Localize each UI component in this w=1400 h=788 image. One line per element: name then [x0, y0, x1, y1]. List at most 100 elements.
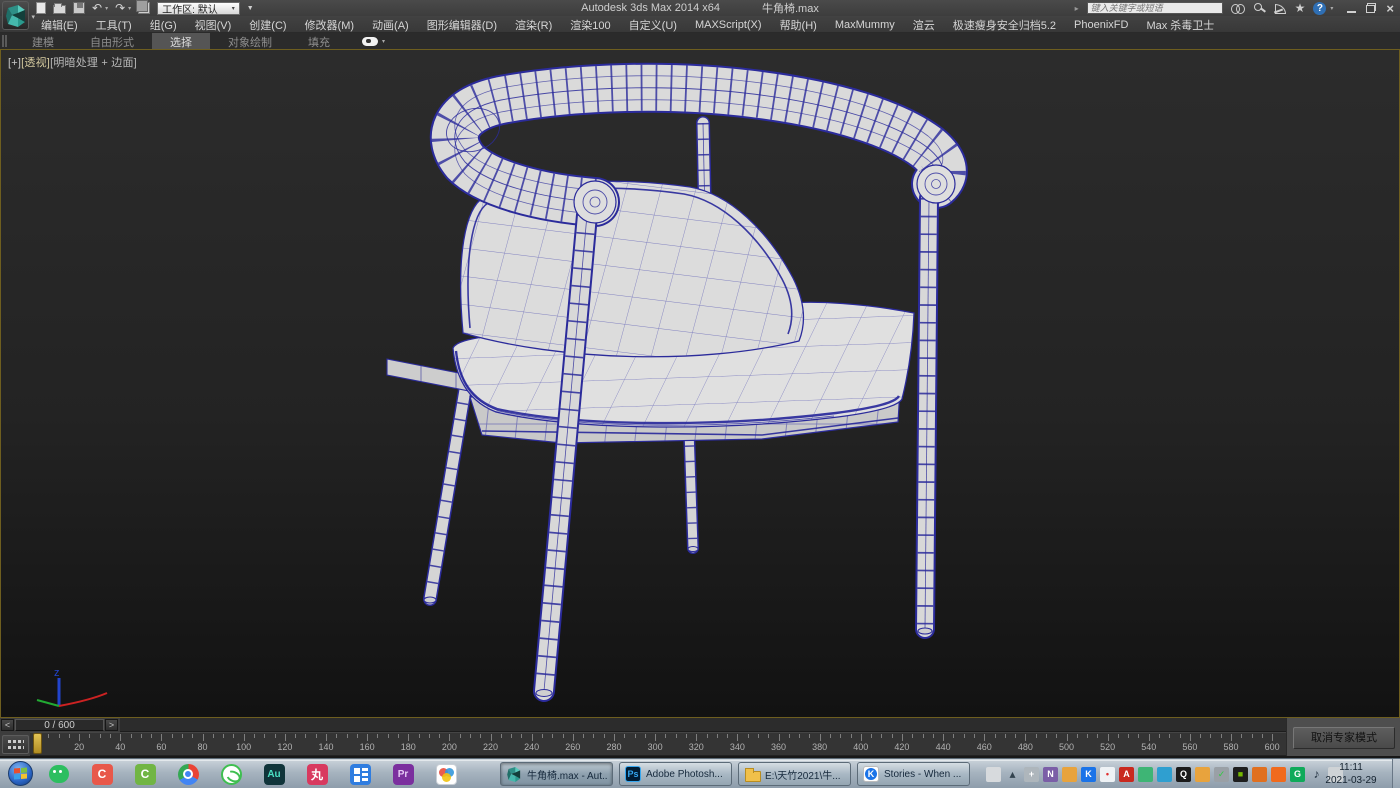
open-file-icon[interactable] [53, 5, 66, 14]
menu-item[interactable]: PhoenixFD [1065, 19, 1137, 31]
keyboard-tray-icon[interactable] [986, 767, 1001, 782]
viewport-label[interactable]: [+][透视][明暗处理 + 边面] [8, 54, 137, 70]
menu-item[interactable]: 帮助(H) [771, 17, 826, 33]
hidden-icons-chevron[interactable]: ▴ [1005, 767, 1020, 782]
frame-counter-display[interactable]: 0 / 600 [15, 719, 104, 731]
search-icon[interactable] [1231, 3, 1245, 13]
ribbon-options-button[interactable]: ▾ [362, 33, 385, 49]
perspective-viewport[interactable]: z [+][透视][明暗处理 + 边面] [0, 49, 1400, 718]
menu-item[interactable]: 视图(V) [186, 17, 241, 33]
qq-tray-icon[interactable]: Q [1176, 767, 1191, 782]
nvidia-tray-icon[interactable]: ■ [1233, 767, 1248, 782]
redo-dropdown-icon[interactable]: ▾ [128, 5, 131, 12]
wanzi-icon[interactable]: 丸 [304, 763, 330, 786]
input-method-icon[interactable]: N [1043, 767, 1058, 782]
restore-button[interactable] [1366, 3, 1376, 13]
menu-item[interactable]: 编辑(E) [32, 17, 87, 33]
menu-item[interactable]: 修改器(M) [296, 17, 364, 33]
ruler-tick [120, 734, 121, 741]
taskbar-window-photoshop[interactable]: PsAdobe Photosh... [619, 762, 732, 786]
camtasia-icon[interactable]: C [132, 763, 158, 786]
360-logo [221, 764, 242, 785]
ruler-tick [285, 734, 286, 741]
menu-item[interactable]: 动画(A) [363, 17, 418, 33]
usb-tray-icon[interactable]: ✓ [1214, 767, 1229, 782]
menu-item[interactable]: 自定义(U) [620, 17, 686, 33]
taskbar-window-3dsmax[interactable]: 牛角椅.max - Aut... [500, 762, 613, 786]
menu-item[interactable]: MaxMummy [826, 19, 904, 31]
show-desktop-button[interactable] [1392, 759, 1400, 788]
360-browser-icon[interactable] [218, 763, 244, 786]
help-dropdown-icon[interactable]: ▾ [1330, 5, 1333, 12]
track-bar[interactable] [120, 718, 1286, 732]
viewport-menu-shading[interactable]: [明暗处理 + 边面] [50, 57, 137, 69]
menu-item[interactable]: 工具(T) [87, 17, 141, 33]
ruler-tick-label: 20 [66, 742, 92, 752]
acrobat-tray-icon[interactable]: A [1119, 767, 1134, 782]
video-tool-icon[interactable] [347, 763, 373, 786]
menu-item[interactable]: 图形编辑器(D) [418, 17, 506, 33]
camtasia-recorder-icon[interactable]: C [89, 763, 115, 786]
close-button[interactable]: × [1386, 2, 1394, 15]
workspace-selector[interactable]: 工作区: 默认 ▾ [157, 2, 240, 15]
undo-icon[interactable]: ↶ [92, 2, 102, 14]
orange-app-tray-icon[interactable] [1062, 767, 1077, 782]
application-menu-button[interactable]: ▾ [2, 1, 29, 30]
next-frame-button[interactable]: > [105, 719, 118, 731]
ribbon-tab-自由形式[interactable]: 自由形式 [72, 33, 152, 49]
k-app-tray-icon[interactable]: K [1081, 767, 1096, 782]
ruler-tick [984, 734, 985, 741]
toolbar-flyout-icon[interactable]: ▼ [247, 5, 254, 12]
flame-tray-icon[interactable] [1271, 767, 1286, 782]
taskbar-clock[interactable]: 11:11 2021-03-29 [1316, 761, 1386, 787]
taskbar-window-stories[interactable]: KStories - When ... [857, 762, 970, 786]
ruler-tick [264, 734, 265, 738]
g-circle-tray-icon[interactable]: G [1290, 767, 1305, 782]
redo-icon[interactable]: ↷ [115, 2, 125, 14]
menu-item[interactable]: 渲染(R) [506, 17, 561, 33]
sign-in-icon[interactable] [1253, 2, 1266, 14]
viewport-menu-view[interactable]: [透视] [21, 57, 50, 69]
menu-item[interactable]: 创建(C) [240, 17, 295, 33]
menu-item[interactable]: 组(G) [141, 17, 186, 33]
menu-item[interactable]: 渲染100 [561, 17, 619, 33]
screenshot-tray-icon[interactable]: • [1100, 767, 1115, 782]
audition-icon[interactable]: Au [261, 763, 287, 786]
new-file-icon[interactable] [36, 2, 46, 14]
previous-frame-button[interactable]: < [1, 719, 14, 731]
menu-item[interactable]: MAXScript(X) [686, 19, 771, 31]
viewport-menu-plus[interactable]: [+] [8, 57, 21, 69]
ribbon-tab-选择[interactable]: 选择 [152, 33, 210, 49]
sync-tray-icon[interactable] [1157, 767, 1172, 782]
fan-tray-icon[interactable]: + [1024, 767, 1039, 782]
help-icon[interactable]: ? [1313, 2, 1326, 15]
ribbon-tab-对象绘制[interactable]: 对象绘制 [210, 33, 290, 49]
wechat-icon[interactable] [46, 763, 72, 786]
menu-item[interactable]: 渲云 [904, 17, 944, 33]
project-toggle-icon[interactable] [138, 2, 150, 14]
search-expand-icon[interactable]: ▸ [1075, 4, 1079, 13]
undo-dropdown-icon[interactable]: ▾ [105, 5, 108, 12]
save-file-icon[interactable] [73, 2, 85, 14]
folder-tray-icon[interactable] [1195, 767, 1210, 782]
ribbon-grip[interactable] [2, 35, 7, 47]
menu-item[interactable]: Max 杀毒卫士 [1137, 17, 1223, 33]
communication-center-icon[interactable] [1274, 2, 1287, 14]
circles-app-icon[interactable] [433, 763, 459, 786]
chrome-icon[interactable] [175, 763, 201, 786]
premiere-icon[interactable]: Pr [390, 763, 416, 786]
time-slider[interactable] [33, 733, 42, 754]
taskbar-window-explorer[interactable]: E:\天竹2021\牛... [738, 762, 851, 786]
favorites-star-icon[interactable]: ★ [1295, 2, 1306, 14]
time-ruler[interactable]: 0204060801001201401601802002202402602803… [30, 732, 1286, 756]
ruler-tick [141, 734, 142, 738]
ribbon-tab-建模[interactable]: 建模 [14, 33, 72, 49]
minimize-button[interactable] [1347, 11, 1356, 13]
cancel-expert-mode-button[interactable]: 取消专家模式 [1293, 727, 1395, 749]
start-button[interactable] [8, 761, 33, 786]
wechat-tray-icon[interactable] [1138, 767, 1153, 782]
search-input[interactable] [1087, 2, 1223, 14]
ribbon-tab-填充[interactable]: 填充 [290, 33, 348, 49]
menu-item[interactable]: 极速瘦身安全归档5.2 [944, 17, 1065, 33]
orange-box-tray-icon[interactable] [1252, 767, 1267, 782]
